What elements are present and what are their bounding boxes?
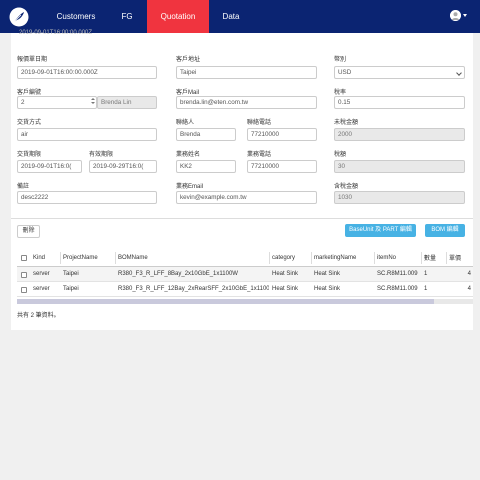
record-count-text: 共有 2 筆資料。 [17,313,60,319]
sales-phone-label: 業務電話 [247,152,272,158]
sales-email-input[interactable]: kevin@example.com.tw [176,191,317,204]
trade-date-input[interactable]: 2019-09-01T16:0( [17,160,82,173]
feather-logo-icon[interactable] [9,7,29,27]
bom-edit-button[interactable]: BOM 編輯 [425,224,465,237]
total-readonly: 1030 [334,191,465,204]
col-header-category[interactable]: category [269,249,311,266]
category-select-value: USD [338,69,352,76]
customer-address-label: 客戶地址 [176,57,201,63]
customer-id-input[interactable]: 2 [17,96,97,109]
quotation-panel: 2019-09-01T16:00:00.000Z 報價單日期 2019-09-0… [11,30,473,330]
user-menu-caret-icon[interactable] [463,14,467,17]
table-row[interactable]: server Taipei R380_F3_R_LFF_8Bay_2x10GbE… [17,267,473,282]
pre-tax-readonly: 2000 [334,128,465,141]
section-divider [11,218,473,219]
sales-phone-input[interactable]: 77210000 [247,160,317,173]
trade-method-input[interactable]: air [17,128,157,141]
col-header-unit-price[interactable]: 單價 [446,249,473,266]
tax-rate-label: 稅率 [334,90,347,96]
cell-quantity: 1 [424,286,428,292]
cell-itemno: SC.R8M11.009 [377,286,418,292]
nav-quotation[interactable]: Quotation [147,0,209,33]
category-select[interactable]: USD [334,66,465,79]
remark-input[interactable]: desc2222 [17,191,157,204]
chevron-down-icon [456,70,462,76]
cell-kind: server [33,286,50,292]
nav-customers[interactable]: Customers [45,0,107,33]
row-checkbox[interactable] [21,286,27,293]
col-header-quantity[interactable]: 數量 [421,249,446,266]
cell-bomname: R380_F3_R_LFF_8Bay_2x10GbE_1x1100W [118,271,238,277]
cell-marketingname: Heat Sink [314,271,341,277]
horizontal-scrollbar[interactable] [17,299,473,304]
tax-label: 稅額 [334,152,347,158]
quote-date-label: 報價單日期 [17,57,48,63]
total-label: 含稅金額 [334,184,359,190]
stepper-up-icon[interactable] [90,98,95,100]
col-header-kind[interactable]: Kind [30,249,60,266]
cell-itemno: SC.R8M11.009 [377,271,418,277]
col-header-bomname[interactable]: BOMName [115,249,269,266]
cell-projectname: Taipei [63,271,79,277]
cell-category: Heat Sink [272,271,299,277]
valid-date-input[interactable]: 2019-09-29T16:0( [89,160,157,173]
sales-name-input[interactable]: KK2 [176,160,236,173]
quote-date-input[interactable]: 2019-09-01T16:00:00.000Z [17,66,157,79]
cell-marketingname: Heat Sink [314,286,341,292]
category-label: 幣別 [334,57,347,63]
contact-phone-input[interactable]: 77210000 [247,128,317,141]
customer-id-stepper[interactable] [88,96,97,109]
remark-label: 備註 [17,184,30,190]
col-header-marketingname[interactable]: marketingName [311,249,374,266]
contact-phone-label: 聯絡電話 [247,120,272,126]
trade-date-label: 交貨期限 [17,152,42,158]
cell-category: Heat Sink [272,286,299,292]
cell-quantity: 1 [424,271,428,277]
customer-mail-label: 客戶Mail [176,90,200,96]
tax-readonly: 30 [334,160,465,173]
stepper-down-icon[interactable] [90,102,95,104]
table-header: Kind ProjectName BOMName category market… [17,249,473,267]
scrollbar-thumb[interactable] [17,299,434,304]
customer-id-label: 客戶編號 [17,90,42,96]
cell-unit-price: 4 [467,271,471,277]
sales-name-label: 業務姓名 [176,152,201,158]
tax-rate-input[interactable]: 0.15 [334,96,465,109]
contact-label: 聯絡人 [176,120,195,126]
customer-name-readonly: Brenda Lin [97,96,157,109]
nav-data[interactable]: Data [209,0,253,33]
cell-kind: server [33,271,50,277]
cell-unit-price: 4 [467,286,471,292]
table-row[interactable]: server Taipei R380_F3_R_LFF_12Bay_2xRear… [17,282,473,297]
customer-mail-input[interactable]: brenda.lin@eten.com.tw [176,96,317,109]
sales-email-label: 業務Email [176,184,204,190]
cell-bomname: R380_F3_R_LFF_12Bay_2xRearSFF_2x10GbE_1x… [118,286,269,292]
pre-tax-label: 未稅金額 [334,120,359,126]
trade-method-label: 交貨方式 [17,120,42,126]
row-checkbox[interactable] [21,271,27,278]
cell-projectname: Taipei [63,286,79,292]
baseunit-part-edit-button[interactable]: BaseUnit 及 PART 編輯 [345,224,416,237]
valid-date-label: 有效期限 [89,152,114,158]
contact-input[interactable]: Brenda [176,128,236,141]
select-all-checkbox[interactable] [21,255,27,261]
faded-header-text: 2019-09-01T16:00:00.000Z [19,30,93,36]
customer-address-input[interactable]: Taipei [176,66,317,79]
user-avatar-icon[interactable] [450,10,461,21]
delete-button[interactable]: 刪除 [17,225,40,238]
col-header-projectname[interactable]: ProjectName [60,249,115,266]
nav-fg[interactable]: FG [107,0,147,33]
col-header-itemno[interactable]: itemNo [374,249,421,266]
top-navbar: Customers FG Quotation Data [0,0,480,33]
